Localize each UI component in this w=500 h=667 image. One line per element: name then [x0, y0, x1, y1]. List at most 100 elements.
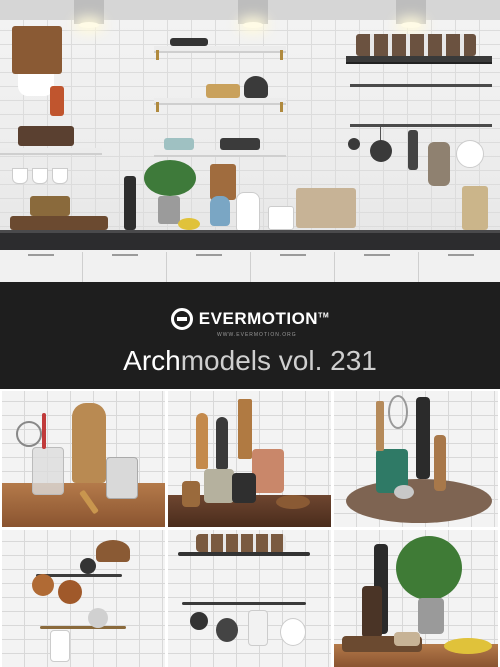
cutting-board	[210, 164, 236, 200]
preview-metal-shelf	[168, 530, 331, 667]
pepper-mill	[182, 481, 200, 507]
preview-wooden-spoons	[168, 391, 331, 527]
hanging-towel	[248, 610, 268, 646]
copper-crock	[252, 449, 284, 493]
shelf-bracket	[280, 50, 283, 60]
kitchen-worktop	[0, 230, 500, 250]
mug	[268, 206, 294, 230]
cabinet-handle	[196, 254, 222, 256]
brand-website: WWW.EVERMOTION.ORG	[217, 332, 297, 338]
hanging-cup	[32, 168, 48, 184]
hanging-rail	[40, 626, 126, 629]
tray-jars	[30, 196, 70, 216]
hanging-spatula	[408, 130, 418, 170]
bowl	[276, 495, 310, 509]
brand-logo: EVERMOTIONTM	[0, 304, 500, 334]
cabinet-door	[334, 252, 335, 282]
metal-shelf	[346, 56, 492, 64]
hanging-mug	[50, 630, 70, 662]
title-banner: EVERMOTIONTM WWW.EVERMOTION.ORG Archmode…	[0, 282, 500, 389]
potted-plant	[396, 536, 462, 600]
hanging-colander	[456, 140, 484, 168]
cabinet-door	[250, 252, 251, 282]
shelf-bracket	[156, 50, 159, 60]
red-towel	[50, 86, 64, 116]
wooden-spatula	[238, 399, 252, 459]
preview-utensils-board	[2, 391, 165, 527]
wall-shelf	[154, 150, 286, 157]
hanging-pan	[190, 612, 208, 630]
utensil-holder	[462, 186, 488, 230]
small-jar	[394, 632, 420, 646]
spice-jars	[196, 534, 286, 552]
whisk	[388, 395, 408, 429]
cabinet-handle	[28, 254, 54, 256]
shelf-bracket	[156, 102, 159, 112]
hanging-rail	[350, 124, 492, 127]
wooden-tray	[10, 216, 108, 230]
teapot	[244, 76, 268, 98]
hanging-rail	[182, 602, 306, 605]
preview-oil-bottles	[334, 391, 498, 527]
wall-shelf	[154, 98, 286, 105]
hanging-colander	[280, 618, 306, 646]
red-utensil	[42, 413, 46, 449]
ceiling-spotlight	[238, 0, 268, 28]
ceramic-crock	[204, 469, 234, 503]
measuring-cup	[88, 608, 108, 628]
counter-jars	[296, 188, 356, 228]
wooden-spoon	[196, 413, 208, 469]
cabinet-handle	[112, 254, 138, 256]
cabinet-handle	[280, 254, 306, 256]
rail-hook	[380, 127, 381, 141]
hanging-pan	[370, 140, 392, 162]
oil-bottle	[416, 397, 430, 479]
cabinet-door	[166, 252, 167, 282]
cabinet-door	[82, 252, 83, 282]
liquor-bottle	[362, 586, 382, 638]
shelf-jars	[18, 126, 74, 146]
metal-shelf	[178, 552, 310, 556]
hanging-cup	[12, 168, 28, 184]
oven-mitt	[428, 142, 450, 186]
shelf-bottles	[220, 138, 260, 150]
cabinet-handle	[364, 254, 390, 256]
hero-kitchen-render	[0, 0, 500, 282]
brand-name: EVERMOTIONTM	[198, 309, 330, 328]
shelf-bowl	[164, 138, 194, 150]
small-jar	[394, 485, 414, 499]
plant-pot	[158, 196, 180, 224]
copper-pan	[58, 580, 82, 604]
spice-jars	[356, 34, 476, 56]
black-ladle	[216, 417, 228, 469]
shelf-jars	[206, 84, 240, 98]
cabinet-door	[418, 252, 419, 282]
white-pitcher	[236, 192, 260, 232]
collection-title: Archmodels vol. 231	[123, 345, 377, 376]
wall-shelf	[154, 46, 286, 53]
wine-bottle	[124, 176, 136, 230]
shelf-bracket	[280, 102, 283, 112]
hanging-ladle	[80, 558, 96, 574]
glass-utensil-jar	[32, 447, 64, 495]
photo-frame	[232, 473, 256, 503]
whisk	[16, 421, 42, 447]
blue-jug	[210, 196, 230, 226]
bowls	[170, 38, 208, 46]
hanging-rail	[350, 84, 492, 87]
hanging-mug	[18, 74, 54, 96]
pepper-mill	[434, 435, 446, 491]
evermotion-logo-icon	[170, 308, 193, 330]
copper-pan	[32, 574, 54, 596]
hanging-pan	[216, 618, 238, 642]
preview-hanging-pans	[2, 530, 165, 667]
cabinet-handle	[448, 254, 474, 256]
wicker-basket	[96, 540, 130, 562]
plant-pot	[418, 598, 444, 634]
fruit-bowl	[444, 638, 492, 654]
potted-plant	[144, 160, 196, 196]
wooden-spice-rack	[12, 26, 62, 74]
cutting-board	[72, 403, 106, 483]
preview-plant-tray	[334, 530, 498, 667]
wooden-spoon	[376, 401, 384, 451]
